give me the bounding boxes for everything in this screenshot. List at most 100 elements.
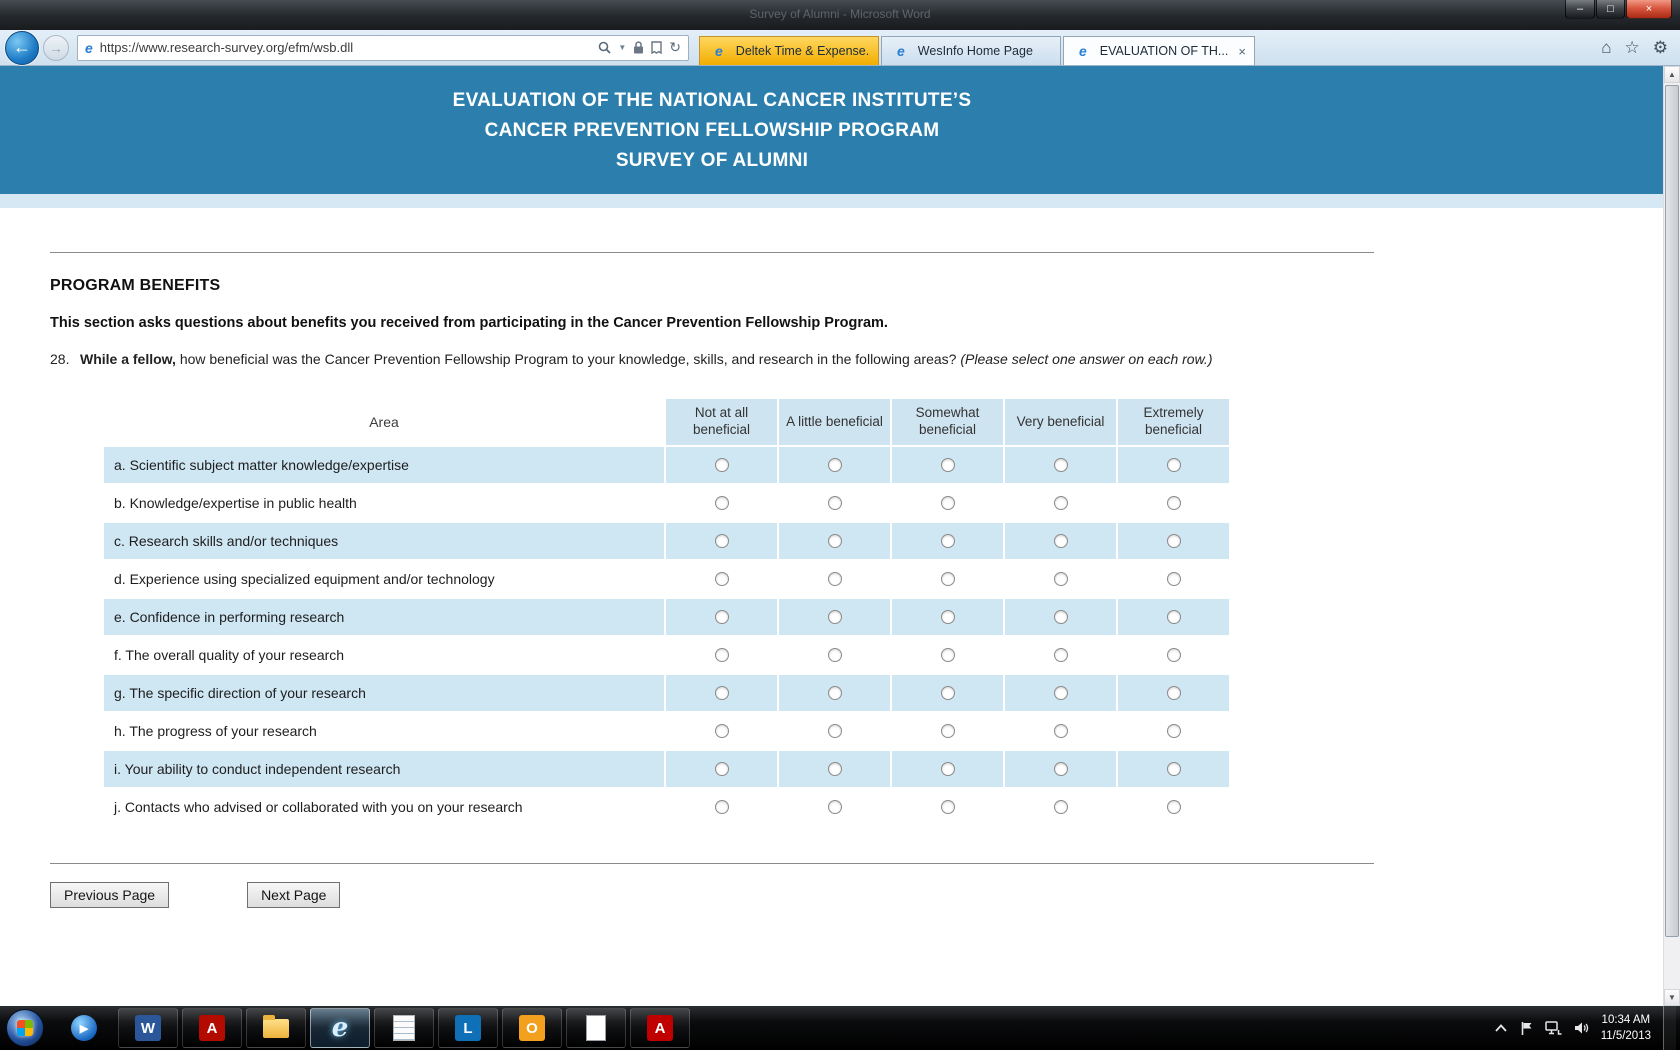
taskbar-acrobat-icon[interactable]: A [630,1008,690,1048]
radio-button[interactable] [1054,686,1068,700]
settings-gear-icon[interactable]: ⚙ [1653,38,1668,58]
radio-button[interactable] [1167,686,1181,700]
vertical-scrollbar[interactable]: ▲ ▼ [1663,66,1680,1006]
radio-cell [1118,637,1229,673]
radio-button[interactable] [941,686,955,700]
radio-button[interactable] [715,496,729,510]
minimize-button[interactable]: – [1565,0,1595,19]
previous-page-button[interactable]: Previous Page [50,882,169,908]
radio-button[interactable] [715,724,729,738]
tab-close-icon[interactable]: × [1238,44,1246,59]
radio-button[interactable] [828,572,842,586]
radio-button[interactable] [715,648,729,662]
taskbar-clock[interactable]: 10:34 AM 11/5/2013 [1601,1012,1651,1044]
home-icon[interactable]: ⌂ [1601,38,1611,58]
refresh-icon[interactable]: ↻ [669,39,681,56]
taskbar-media-player-icon[interactable]: ▶ [54,1008,114,1048]
radio-button[interactable] [828,610,842,624]
radio-button[interactable] [1167,496,1181,510]
radio-button[interactable] [1054,572,1068,586]
radio-button[interactable] [941,496,955,510]
radio-button[interactable] [941,458,955,472]
forward-button[interactable]: → [43,35,69,61]
radio-button[interactable] [828,724,842,738]
taskbar-document-icon[interactable] [566,1008,626,1048]
next-page-button[interactable]: Next Page [247,882,340,908]
scroll-up-icon[interactable]: ▲ [1664,66,1680,83]
favorites-star-icon[interactable]: ☆ [1625,38,1640,58]
taskbar-lync-icon[interactable]: L [438,1008,498,1048]
tab-evaluation-active[interactable]: e EVALUATION OF TH... × [1063,36,1255,65]
radio-button[interactable] [715,610,729,624]
taskbar-outlook-icon[interactable]: O [502,1008,562,1048]
radio-cell [892,485,1003,521]
radio-button[interactable] [828,686,842,700]
tab-label: EVALUATION OF TH... [1100,44,1233,58]
show-desktop-button[interactable] [1663,1006,1676,1050]
radio-button[interactable] [1167,534,1181,548]
radio-button[interactable] [941,534,955,548]
radio-button[interactable] [1054,458,1068,472]
radio-button[interactable] [715,458,729,472]
radio-button[interactable] [1054,800,1068,814]
radio-button[interactable] [1167,724,1181,738]
radio-button[interactable] [715,800,729,814]
back-button[interactable]: ← [5,31,39,65]
url-text[interactable]: https://www.research-survey.org/efm/wsb.… [100,40,592,55]
radio-button[interactable] [1054,762,1068,776]
radio-button[interactable] [1054,724,1068,738]
radio-button[interactable] [1167,458,1181,472]
radio-button[interactable] [715,762,729,776]
radio-button[interactable] [941,800,955,814]
radio-button[interactable] [715,572,729,586]
maximize-button[interactable]: □ [1596,0,1625,19]
radio-button[interactable] [941,610,955,624]
taskbar-adobe-reader-icon[interactable]: A [182,1008,242,1048]
radio-button[interactable] [1054,496,1068,510]
volume-speaker-icon[interactable] [1574,1021,1589,1035]
rating-matrix: Area Not at all beneficial A little bene… [104,399,1219,825]
action-center-flag-icon[interactable] [1520,1021,1533,1036]
radio-button[interactable] [1167,762,1181,776]
radio-button[interactable] [1167,648,1181,662]
radio-button[interactable] [828,762,842,776]
start-button[interactable] [6,1009,44,1047]
taskbar-folder-icon[interactable] [246,1008,306,1048]
radio-button[interactable] [1167,800,1181,814]
scroll-down-icon[interactable]: ▼ [1664,989,1680,1006]
taskbar-word-icon[interactable]: W [118,1008,178,1048]
radio-button[interactable] [828,800,842,814]
close-button[interactable]: × [1626,0,1672,19]
radio-button[interactable] [941,572,955,586]
radio-button[interactable] [1054,648,1068,662]
tab-wesinfo[interactable]: e WesInfo Home Page [881,36,1061,65]
radio-button[interactable] [1054,534,1068,548]
compatibility-view-icon[interactable] [651,41,662,54]
radio-button[interactable] [1167,572,1181,586]
radio-button[interactable] [1167,610,1181,624]
radio-button[interactable] [828,648,842,662]
search-icon[interactable] [598,41,611,54]
taskbar-journal-notes-icon[interactable] [374,1008,434,1048]
radio-button[interactable] [828,458,842,472]
radio-button[interactable] [941,762,955,776]
row-label: i. Your ability to conduct independent r… [104,751,664,787]
radio-button[interactable] [828,534,842,548]
radio-button[interactable] [941,724,955,738]
radio-button[interactable] [715,686,729,700]
security-lock-icon[interactable] [633,41,644,54]
url-dropdown-icon[interactable]: ▼ [618,43,626,52]
tab-favicon: e [1079,43,1087,59]
section-intro: This section asks questions about benefi… [50,315,1374,331]
radio-button[interactable] [828,496,842,510]
address-bar[interactable]: e https://www.research-survey.org/efm/ws… [77,35,689,61]
radio-cell [892,523,1003,559]
network-icon[interactable] [1545,1021,1562,1035]
taskbar-internet-explorer-icon[interactable]: e [310,1008,370,1048]
radio-button[interactable] [1054,610,1068,624]
tab-deltek[interactable]: e Deltek Time & Expense... [699,36,879,65]
show-hidden-icons-chevron-icon[interactable] [1494,1023,1508,1033]
radio-button[interactable] [941,648,955,662]
radio-button[interactable] [715,534,729,548]
scrollbar-thumb[interactable] [1665,85,1679,937]
